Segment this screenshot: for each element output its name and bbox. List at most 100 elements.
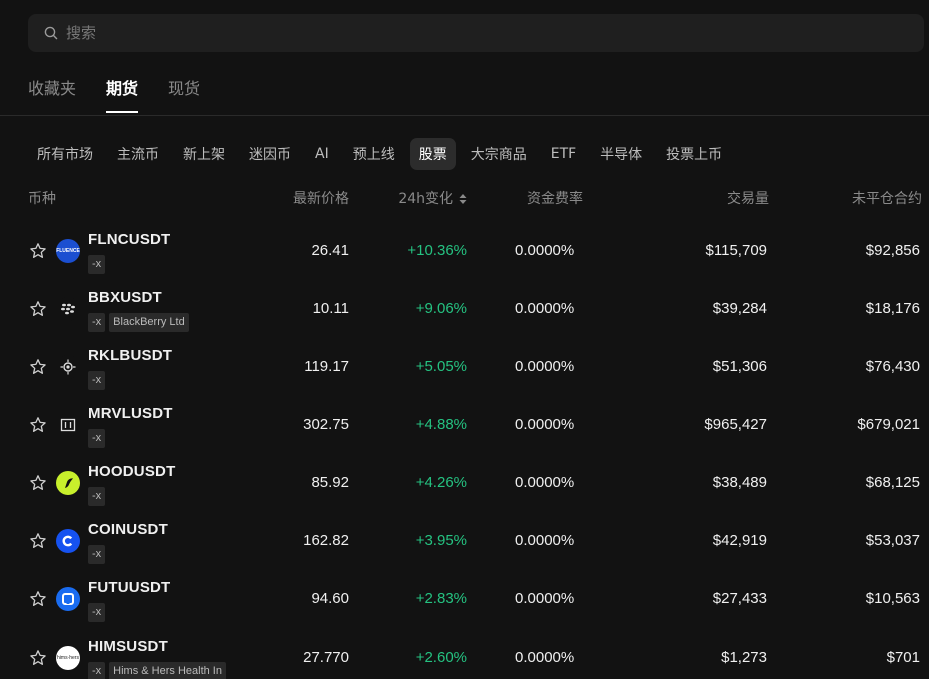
- table-row[interactable]: FUTUUSDT -x 94.60 +2.83% 0.0000% $27,433…: [0, 575, 929, 633]
- star-icon[interactable]: [29, 649, 47, 667]
- volume: $115,709: [705, 242, 767, 259]
- tags: -x BlackBerry Ltd: [88, 313, 189, 332]
- symbol[interactable]: HIMSUSDT: [88, 638, 168, 655]
- price: 10.11: [312, 300, 349, 317]
- funding-rate: 0.0000%: [515, 590, 575, 607]
- header-volume[interactable]: 交易量: [727, 188, 769, 208]
- tags: -x: [88, 603, 106, 622]
- change: +3.95%: [415, 532, 467, 549]
- funding-rate: 0.0000%: [515, 474, 575, 491]
- tags: -x: [88, 487, 106, 506]
- volume: $1,273: [721, 649, 767, 666]
- category-new-listings[interactable]: 新上架: [174, 138, 234, 170]
- star-icon[interactable]: [29, 590, 47, 608]
- volume: $38,489: [712, 474, 767, 491]
- tab-futures[interactable]: 期货: [106, 78, 139, 114]
- company-tag: Hims & Hers Health In: [109, 662, 226, 679]
- table-row[interactable]: BBXUSDT -x BlackBerry Ltd 10.11 +9.06% 0…: [0, 285, 929, 343]
- change: +2.60%: [415, 649, 467, 666]
- table-row[interactable]: RKLBUSDT -x 119.17 +5.05% 0.0000% $51,30…: [0, 343, 929, 401]
- price: 85.92: [311, 474, 349, 491]
- category-ai[interactable]: AI: [306, 140, 338, 168]
- volume: $965,427: [704, 416, 767, 433]
- category-commodities[interactable]: 大宗商品: [462, 138, 536, 170]
- star-icon[interactable]: [29, 358, 47, 376]
- symbol[interactable]: FLNCUSDT: [88, 231, 170, 248]
- price: 302.75: [303, 416, 349, 433]
- table-row[interactable]: COINUSDT -x 162.82 +3.95% 0.0000% $42,91…: [0, 517, 929, 575]
- markets-page: 收藏夹 期货 现货 所有市场 主流币 新上架 迷因币 AI 预上线 股票 大宗商…: [0, 0, 929, 679]
- table-row[interactable]: HOODUSDT -x 85.92 +4.26% 0.0000% $38,489…: [0, 459, 929, 517]
- table-row[interactable]: FLUENCE FLNCUSDT -x 26.41 +10.36% 0.0000…: [0, 227, 929, 285]
- star-icon[interactable]: [29, 532, 47, 550]
- leverage-tag: -x: [88, 429, 106, 448]
- leverage-tag: -x: [88, 487, 106, 506]
- header-price[interactable]: 最新价格: [293, 188, 349, 208]
- table-row[interactable]: MRVLUSDT -x 302.75 +4.88% 0.0000% $965,4…: [0, 401, 929, 459]
- price: 94.60: [311, 590, 349, 607]
- table-row[interactable]: hims·hers HIMSUSDT -x Hims & Hers Health…: [0, 634, 929, 679]
- marvell-logo-icon: [56, 413, 80, 437]
- symbol[interactable]: BBXUSDT: [88, 289, 162, 306]
- header-coin: 币种: [28, 191, 56, 207]
- robinhood-logo-icon: [56, 471, 80, 495]
- category-pre-market[interactable]: 预上线: [344, 138, 404, 170]
- fluence-logo-icon: FLUENCE: [56, 239, 80, 263]
- leverage-tag: -x: [88, 545, 106, 564]
- price: 162.82: [303, 532, 349, 549]
- blackberry-logo-icon: [56, 297, 80, 321]
- change: +4.88%: [415, 416, 467, 433]
- symbol[interactable]: HOODUSDT: [88, 463, 175, 480]
- change: +9.06%: [415, 300, 467, 317]
- symbol[interactable]: MRVLUSDT: [88, 405, 173, 422]
- category-semiconductor[interactable]: 半导体: [591, 138, 651, 170]
- open-interest: $68,125: [865, 474, 920, 491]
- star-icon[interactable]: [29, 416, 47, 434]
- symbol[interactable]: RKLBUSDT: [88, 347, 172, 364]
- funding-rate: 0.0000%: [515, 300, 575, 317]
- logo-text: FLUENCE: [56, 248, 80, 254]
- header-funding[interactable]: 资金费率: [527, 188, 583, 208]
- price: 26.41: [311, 242, 349, 259]
- price: 27.770: [303, 649, 349, 666]
- tab-favorites[interactable]: 收藏夹: [28, 78, 76, 114]
- price: 119.17: [304, 358, 349, 375]
- open-interest: $679,021: [857, 416, 920, 433]
- search-input[interactable]: [64, 23, 868, 43]
- change: +10.36%: [407, 242, 467, 259]
- leverage-tag: -x: [88, 662, 106, 679]
- funding-rate: 0.0000%: [515, 242, 575, 259]
- category-stocks[interactable]: 股票: [409, 138, 456, 170]
- tags: -x Hims & Hers Health In: [88, 662, 226, 679]
- funding-rate: 0.0000%: [515, 416, 575, 433]
- header-change[interactable]: 24h变化: [398, 188, 467, 208]
- tab-spot[interactable]: 现货: [168, 78, 200, 114]
- sort-icon: [459, 194, 467, 204]
- change: +2.83%: [415, 590, 467, 607]
- change: +5.05%: [415, 358, 467, 375]
- header-open-interest[interactable]: 未平仓合约: [852, 188, 922, 208]
- category-vote-listing[interactable]: 投票上币: [657, 138, 731, 170]
- tags: -x: [88, 429, 106, 448]
- search-bar[interactable]: [28, 14, 924, 52]
- coinbase-logo-icon: [56, 529, 80, 553]
- funding-rate: 0.0000%: [515, 649, 575, 666]
- volume: $27,433: [712, 590, 767, 607]
- symbol[interactable]: FUTUUSDT: [88, 579, 170, 596]
- open-interest: $18,176: [865, 300, 920, 317]
- funding-rate: 0.0000%: [515, 532, 575, 549]
- open-interest: $701: [886, 649, 920, 666]
- category-etf[interactable]: ETF: [542, 140, 585, 168]
- category-meme[interactable]: 迷因币: [240, 138, 300, 170]
- search-icon: [44, 26, 58, 40]
- star-icon[interactable]: [29, 474, 47, 492]
- rocketlab-logo-icon: [56, 355, 80, 379]
- category-filter: 所有市场 主流币 新上架 迷因币 AI 预上线 股票 大宗商品 ETF 半导体 …: [28, 138, 731, 170]
- star-icon[interactable]: [29, 300, 47, 318]
- symbol[interactable]: COINUSDT: [88, 521, 168, 538]
- category-mainstream[interactable]: 主流币: [108, 138, 168, 170]
- category-all-markets[interactable]: 所有市场: [28, 138, 102, 170]
- star-icon[interactable]: [29, 242, 47, 260]
- volume: $42,919: [712, 532, 767, 549]
- tags: -x: [88, 545, 106, 564]
